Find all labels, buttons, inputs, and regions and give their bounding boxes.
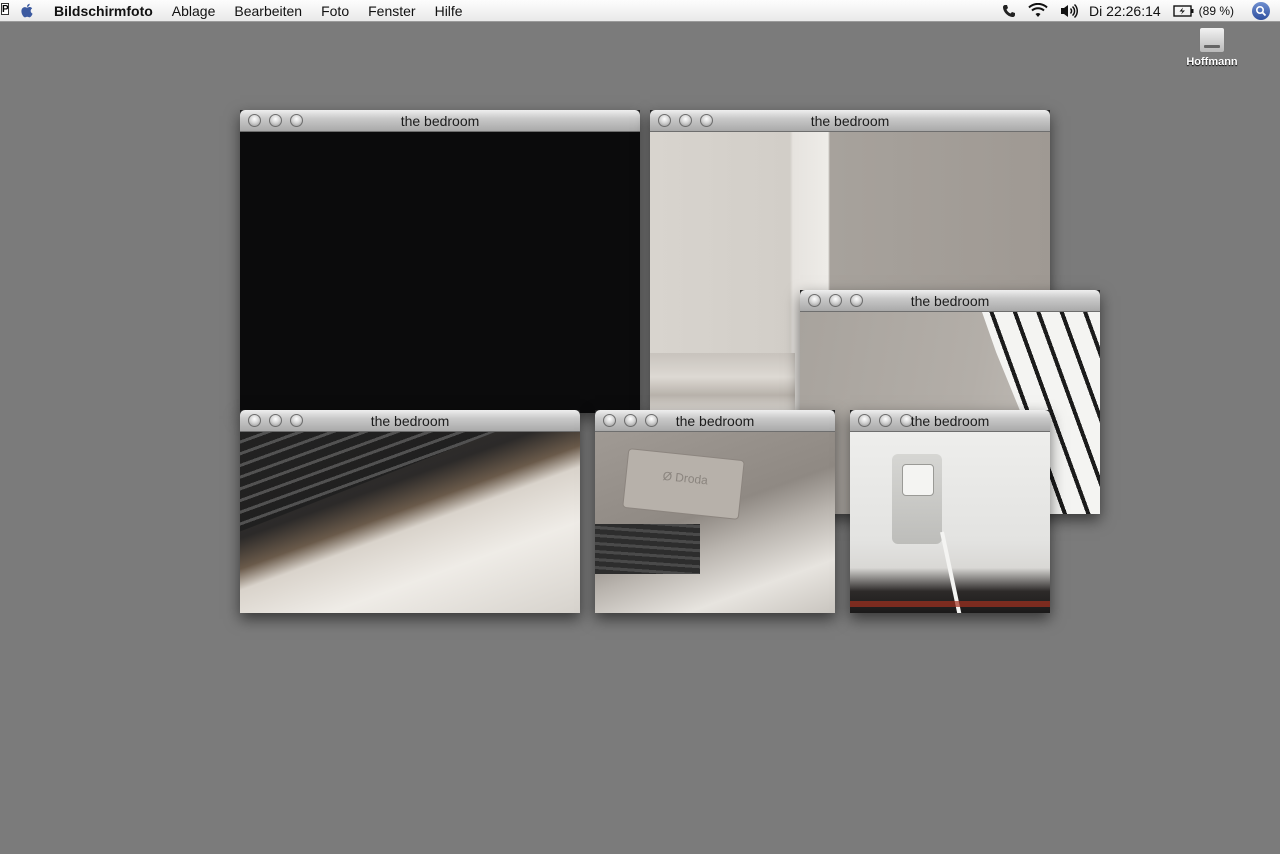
battery-icon[interactable] xyxy=(1172,4,1195,18)
menu-hilfe[interactable]: Hilfe xyxy=(435,0,463,22)
travel-adapter xyxy=(892,454,942,544)
vent-slats xyxy=(240,432,495,532)
window-titlebar[interactable]: the bedroom xyxy=(800,290,1100,312)
window-title: the bedroom xyxy=(370,413,450,429)
menu-bearbeiten[interactable]: Bearbeiten xyxy=(234,0,302,22)
phone-icon[interactable] xyxy=(1001,3,1017,19)
menu-app-name[interactable]: Bildschirmfoto xyxy=(54,0,153,22)
spotlight-icon[interactable] xyxy=(1252,2,1270,20)
apple-logo-icon[interactable] xyxy=(19,2,36,19)
floor-stain xyxy=(850,601,1050,607)
wifi-icon[interactable] xyxy=(1027,3,1049,19)
window-titlebar[interactable]: the bedroom xyxy=(595,410,835,432)
menu-bar: P Bildschirmfoto Ablage Bearbeiten Foto … xyxy=(0,0,1280,22)
desktop-disk-hoffmann[interactable]: Hoffmann xyxy=(1182,27,1242,68)
window-title: the bedroom xyxy=(910,413,990,429)
presentation-icon: P xyxy=(1,3,9,15)
radiator-vent xyxy=(595,524,700,574)
radiator-brand-text: Ø Droda xyxy=(662,468,709,488)
photo-window-5[interactable]: the bedroom Ø Droda xyxy=(595,410,835,613)
window-titlebar[interactable]: the bedroom xyxy=(240,110,640,132)
menubar-clock[interactable]: Di 22:26:14 xyxy=(1089,3,1161,19)
menu-ablage[interactable]: Ablage xyxy=(172,0,216,22)
baseboard-area xyxy=(650,353,795,413)
radiator-plate: Ø Droda xyxy=(622,448,745,520)
menu-fenster[interactable]: Fenster xyxy=(368,0,415,22)
window-titlebar[interactable]: the bedroom xyxy=(240,410,580,432)
photo-content xyxy=(240,132,640,413)
photo-window-4[interactable]: the bedroom xyxy=(240,410,580,613)
disk-label: Hoffmann xyxy=(1186,56,1238,68)
window-titlebar[interactable]: the bedroom xyxy=(850,410,1050,432)
window-title: the bedroom xyxy=(910,293,990,309)
photo-window-1[interactable]: the bedroom xyxy=(240,110,640,413)
window-title: the bedroom xyxy=(810,113,890,129)
photo-content xyxy=(850,432,1050,613)
volume-icon[interactable] xyxy=(1059,3,1079,19)
photo-content: Ø Droda xyxy=(595,432,835,613)
window-title: the bedroom xyxy=(675,413,755,429)
menu-foto[interactable]: Foto xyxy=(321,0,349,22)
window-titlebar[interactable]: the bedroom xyxy=(650,110,1050,132)
battery-percentage: (89 %) xyxy=(1198,4,1234,18)
photo-content xyxy=(240,432,580,613)
window-title: the bedroom xyxy=(400,113,480,129)
photo-window-6[interactable]: the bedroom xyxy=(850,410,1050,613)
hard-disk-icon[interactable] xyxy=(1199,27,1225,53)
